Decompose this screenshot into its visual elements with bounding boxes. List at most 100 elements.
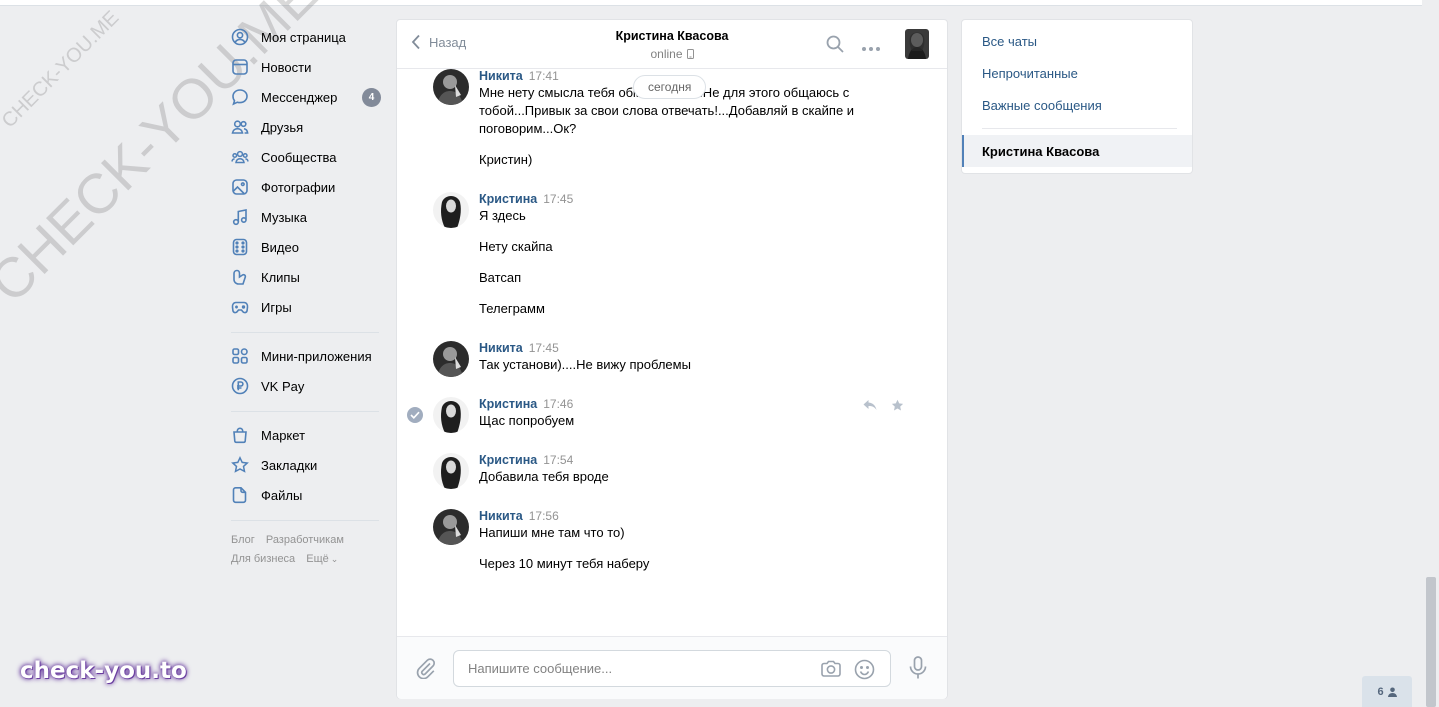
nav-item-label: Закладки xyxy=(261,457,318,473)
message-input-box[interactable] xyxy=(453,650,891,687)
nav-item-label: Мессенджер xyxy=(261,89,338,105)
nav-item-clips[interactable]: Клипы xyxy=(231,262,381,292)
nav-item-messenger[interactable]: Мессенджер 4 xyxy=(231,82,381,112)
watermark-small: CHECK-YOU.ME xyxy=(0,6,124,133)
nav-item-games[interactable]: Игры xyxy=(231,292,381,322)
nav-divider xyxy=(231,332,379,333)
message-time[interactable]: 17:45 xyxy=(543,192,573,206)
important-star-icon[interactable] xyxy=(891,399,904,415)
nav-item-video[interactable]: Видео xyxy=(231,232,381,262)
check-icon xyxy=(410,411,420,419)
nav-item-label: Сообщества xyxy=(261,149,337,165)
filters-divider xyxy=(982,128,1177,129)
nav-item-friends[interactable]: Друзья xyxy=(231,112,381,142)
news-icon xyxy=(231,58,249,76)
filter-all-chats[interactable]: Все чаты xyxy=(982,34,1037,49)
nav-divider xyxy=(231,520,379,521)
message-text: Телеграмм xyxy=(479,301,545,316)
online-friends-button[interactable]: 6 xyxy=(1362,676,1412,707)
reply-icon[interactable] xyxy=(863,399,877,415)
message-text: Кристин) xyxy=(479,152,533,167)
watermark-tag: check-you.to xyxy=(20,658,187,684)
scrollbar-thumb[interactable] xyxy=(1426,577,1436,707)
nav-item-label: VK Pay xyxy=(261,378,305,394)
left-nav: Моя страница Новости Мессенджер 4 Друзья… xyxy=(231,22,381,569)
nav-item-market[interactable]: Маркет xyxy=(231,420,381,450)
chat-header: Назад Кристина Квасова online xyxy=(397,20,947,69)
message-time[interactable]: 17:56 xyxy=(529,509,559,523)
more-options-icon[interactable] xyxy=(861,40,881,55)
author-avatar[interactable] xyxy=(433,69,469,105)
footer-link-developers[interactable]: Разработчикам xyxy=(266,534,344,546)
date-separator: сегодня xyxy=(633,75,707,99)
search-icon[interactable] xyxy=(825,34,845,57)
person-icon xyxy=(1387,687,1397,697)
active-chat-name: Кристина Квасова xyxy=(982,144,1100,159)
message-text: Напиши мне там что то) xyxy=(479,525,625,540)
message-author[interactable]: Кристина xyxy=(479,453,537,467)
nav-item-label: Мини-приложения xyxy=(261,348,372,364)
peer-avatar[interactable] xyxy=(905,29,929,59)
nav-item-groups[interactable]: Сообщества xyxy=(231,142,381,172)
gamepad-icon xyxy=(231,298,249,316)
mobile-phone-icon xyxy=(686,49,694,59)
page-scrollbar[interactable] xyxy=(1426,0,1436,707)
message-author[interactable]: Кристина xyxy=(479,397,537,411)
nav-item-label: Новости xyxy=(261,59,312,75)
nav-item-label: Музыка xyxy=(261,209,307,225)
camera-icon[interactable] xyxy=(820,659,842,682)
nav-item-news[interactable]: Новости xyxy=(231,52,381,82)
message-history[interactable]: Никита17:41 Мне нету смысла тебя обманыв… xyxy=(397,69,947,634)
active-chat-item[interactable]: Кристина Квасова xyxy=(962,135,1192,167)
nav-item-my-page[interactable]: Моя страница xyxy=(231,22,381,52)
message-author[interactable]: Кристина xyxy=(479,192,537,206)
message-composer xyxy=(397,636,947,699)
message-time[interactable]: 17:41 xyxy=(529,69,559,83)
nav-item-photos[interactable]: Фотографии xyxy=(231,172,381,202)
user-circle-icon xyxy=(231,28,249,46)
author-avatar[interactable] xyxy=(433,509,469,545)
message-time[interactable]: 17:45 xyxy=(529,341,559,355)
friends-icon xyxy=(231,118,249,136)
message-text: Нету скайпа xyxy=(479,239,553,254)
attach-paperclip-icon[interactable] xyxy=(415,657,437,682)
filter-unread[interactable]: Непрочитанные xyxy=(982,66,1078,81)
message-author[interactable]: Никита xyxy=(479,69,523,83)
nav-item-mini-apps[interactable]: Мини-приложения xyxy=(231,341,381,371)
author-avatar[interactable] xyxy=(433,192,469,228)
filter-important[interactable]: Важные сообщения xyxy=(982,98,1102,113)
footer-link-blog[interactable]: Блог xyxy=(231,534,255,546)
message-text: поговорим...Ок? xyxy=(479,121,577,136)
message-text: Щас попробуем xyxy=(479,413,575,428)
nav-item-label: Моя страница xyxy=(261,29,346,45)
emoji-smile-icon[interactable] xyxy=(854,659,875,683)
author-avatar[interactable] xyxy=(433,453,469,489)
author-avatar[interactable] xyxy=(433,397,469,433)
message-time[interactable]: 17:54 xyxy=(543,453,573,467)
nav-item-label: Друзья xyxy=(261,119,304,135)
footer-link-business[interactable]: Для бизнеса xyxy=(231,553,295,565)
nav-divider xyxy=(231,411,379,412)
author-avatar[interactable] xyxy=(433,341,469,377)
message-author[interactable]: Никита xyxy=(479,341,523,355)
chevron-down-icon: ⌄ xyxy=(330,554,339,564)
nav-item-bookmarks[interactable]: Закладки xyxy=(231,450,381,480)
message-input[interactable] xyxy=(466,660,810,677)
message-time[interactable]: 17:46 xyxy=(543,397,573,411)
footer-link-more[interactable]: Ещё ⌄ xyxy=(306,553,338,565)
music-icon xyxy=(231,208,249,226)
chat-filters: Все чаты Непрочитанные Важные сообщения … xyxy=(961,19,1193,174)
nav-item-vk-pay[interactable]: VK Pay xyxy=(231,371,381,401)
nav-item-files[interactable]: Файлы xyxy=(231,480,381,510)
message-select-check[interactable] xyxy=(407,407,423,423)
clips-icon xyxy=(231,268,249,286)
microphone-icon[interactable] xyxy=(909,656,927,683)
star-icon xyxy=(231,456,249,474)
chat-panel: Назад Кристина Квасова online Никита 17:4… xyxy=(396,19,948,699)
nav-item-label: Игры xyxy=(261,299,292,315)
nav-item-music[interactable]: Музыка xyxy=(231,202,381,232)
message-actions xyxy=(863,399,904,415)
message-author[interactable]: Никита xyxy=(479,509,523,523)
message-text: Я здесь xyxy=(479,208,526,223)
vkpay-icon xyxy=(231,377,249,395)
